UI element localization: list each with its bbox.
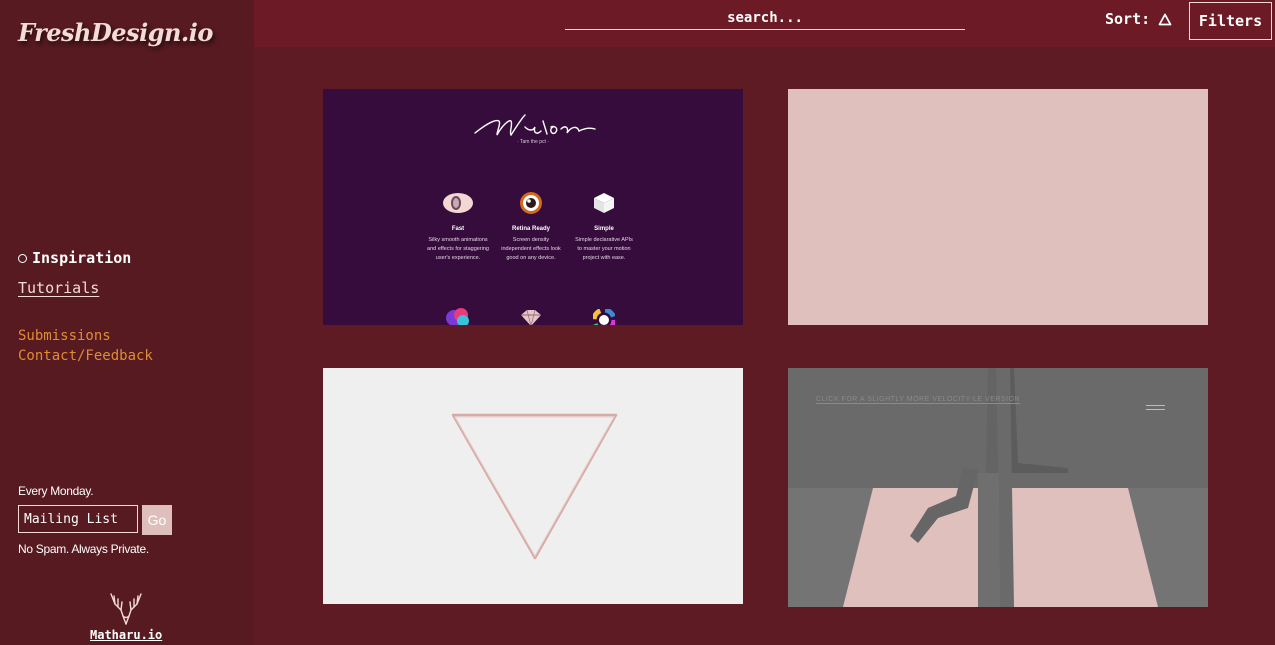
design-card-motion[interactable]: · Tam the pct · Fast Silky smooth animat… [323,89,743,325]
sort-label: Sort: [1105,10,1151,28]
mailing-list-input[interactable] [18,505,138,533]
submissions-link[interactable]: Submissions [18,326,153,346]
cube-icon [594,193,614,213]
go-button[interactable]: Go [142,505,172,535]
diamond-icon [521,309,541,325]
filters-button[interactable]: Filters [1189,2,1272,40]
newsletter-heading: Every Monday. [18,484,94,498]
velocity-version-link[interactable]: CLICK FOR A SLIGHTLY MORE VELOCITY-LE VE… [816,396,1021,404]
color-wheel-icon [593,309,615,325]
feature-fast-title: Fast [451,226,465,232]
feature-fast-desc: Silky smooth animations and effects for … [427,237,489,261]
sort-control[interactable]: Sort: [1105,10,1172,28]
feature-simple-title: Simple [594,226,614,232]
newsletter-form: Every Monday. Go No Spam. Always Private… [18,484,172,556]
feature-simple-desc: Simple declarative APIs to master your m… [575,237,633,261]
feature-retina-desc: Screen density independent effects look … [501,237,561,261]
newsletter-row: Go [18,505,172,535]
antler-logo-icon [110,593,142,625]
nav-item-inspiration[interactable]: Inspiration [18,248,131,268]
design-card-pink[interactable] [788,89,1208,325]
newsletter-note: No Spam. Always Private. [18,542,149,556]
site-logo[interactable]: FreshDesign.io [18,18,213,47]
cloud-icon [446,308,469,325]
design-card-sculpture[interactable]: CLICK FOR A SLIGHTLY MORE VELOCITY-LE VE… [788,368,1208,607]
design-card-triangle[interactable] [323,368,743,604]
motion-tagline: · Tam the pct · [517,139,549,145]
matharu-link[interactable]: Matharu.io [90,628,162,642]
main-nav: Inspiration Tutorials [18,248,131,297]
sidebar: FreshDesign.io Inspiration Tutorials Sub… [0,0,254,645]
active-circle-icon [18,253,27,263]
feature-retina-title: Retina Ready [511,226,550,232]
contact-feedback-link[interactable]: Contact/Feedback [18,346,153,366]
topbar: Sort: Filters [254,0,1275,47]
feature-fast: Fast Silky smooth animations and effects… [427,191,489,263]
rocket-icon [443,193,473,213]
triangle-graphic-icon [451,413,618,560]
feature-retina: Retina Ready Screen density independent … [500,191,562,263]
retina-eye-icon [520,192,542,214]
credit: Matharu.io [90,588,162,642]
search-input[interactable] [565,6,965,30]
feature-simple: Simple Simple declarative APIs to master… [573,191,635,263]
sort-triangle-icon[interactable] [1158,13,1172,26]
nav-item-inspiration-label: Inspiration [32,249,132,267]
hamburger-menu-icon[interactable] [1146,405,1165,410]
secondary-links: Submissions Contact/Feedback [18,326,153,366]
nav-item-tutorials[interactable]: Tutorials [18,279,131,297]
